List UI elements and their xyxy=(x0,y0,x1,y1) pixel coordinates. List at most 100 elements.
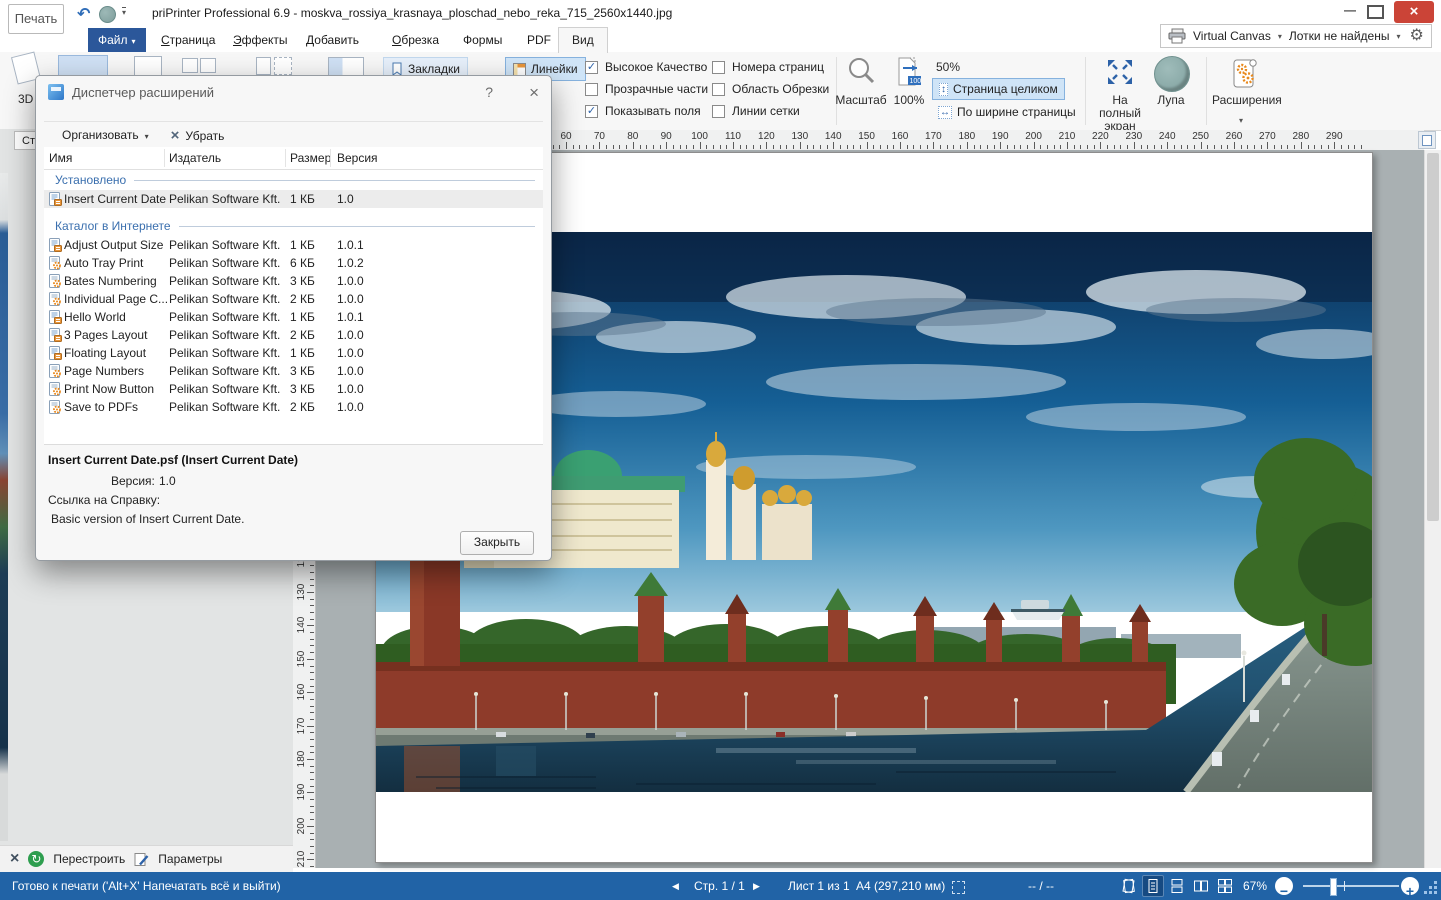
resize-grip[interactable] xyxy=(1424,891,1427,894)
vertical-scrollbar[interactable] xyxy=(1424,150,1441,868)
organize-button[interactable]: Организовать▾ xyxy=(62,128,149,142)
page-thumbnail-sliver[interactable] xyxy=(0,173,8,841)
extension-publisher: Pelikan Software Kft. xyxy=(169,380,280,398)
zoom-100-label[interactable]: 100% xyxy=(888,94,930,107)
zoom-icon[interactable] xyxy=(843,56,879,88)
page-width-label: По ширине страницы xyxy=(957,105,1076,119)
column-size[interactable]: Размер xyxy=(290,151,331,165)
chevron-down-icon[interactable]: ▾ xyxy=(1239,116,1243,125)
view-mode-grid-button[interactable] xyxy=(1214,875,1236,897)
extensions-label[interactable]: Расширения xyxy=(1212,94,1278,107)
tab-crop[interactable]: Обрезка xyxy=(386,28,445,52)
tab-page[interactable]: Страница xyxy=(155,28,221,52)
page-layout-icon[interactable] xyxy=(256,57,271,75)
ruler-number: 170 xyxy=(925,131,942,142)
gear-icon[interactable]: ⚙ xyxy=(1410,28,1424,44)
dialog-close-button[interactable]: Закрыть xyxy=(460,531,534,555)
extension-version: 1.0.1 xyxy=(337,308,364,326)
panel-close-icon[interactable]: × xyxy=(10,851,19,867)
extension-row[interactable]: Individual Page C...Pelikan Software Kft… xyxy=(44,290,543,308)
dialog-toolbar: Организовать▾ ×Убрать xyxy=(44,121,543,149)
extension-publisher: Pelikan Software Kft. xyxy=(169,272,280,290)
parameters-button[interactable]: Параметры xyxy=(158,852,222,866)
loupe-quick-icon[interactable] xyxy=(99,6,116,23)
scrollbar-thumb[interactable] xyxy=(1427,153,1439,521)
zoom-slider-track[interactable] xyxy=(1303,885,1399,887)
prev-page-button[interactable]: ◀ xyxy=(672,872,679,900)
page-layout-icon[interactable] xyxy=(200,58,216,73)
page-width-button[interactable]: ↔ По ширине страницы xyxy=(932,102,1082,122)
extensions-icon[interactable] xyxy=(1228,56,1260,92)
column-name[interactable]: Имя xyxy=(49,151,72,165)
undo-icon[interactable]: ↶ xyxy=(77,4,90,24)
fullscreen-label[interactable]: На полный экран xyxy=(1090,94,1150,133)
chevron-down-icon[interactable]: ▾ xyxy=(1396,32,1400,41)
tab-forms[interactable]: Формы xyxy=(457,28,508,52)
view-options-column-2: Номера страниц Область Обрезки Линии сетки xyxy=(712,60,829,126)
zoom-label[interactable]: Масштаб xyxy=(834,94,888,107)
extension-row[interactable]: Adjust Output SizePelikan Software Kft.1… xyxy=(44,236,543,254)
remove-button[interactable]: ×Убрать xyxy=(171,127,225,144)
view-mode-book-button[interactable] xyxy=(1118,875,1140,897)
extension-size: 2 КБ xyxy=(290,398,315,416)
rebuild-button[interactable]: Перестроить xyxy=(53,852,125,866)
dialog-close-icon[interactable]: × xyxy=(529,84,539,101)
extension-row[interactable]: 3 Pages LayoutPelikan Software Kft.2 КБ1… xyxy=(44,326,543,344)
quick-access-caret-icon[interactable]: ▾ xyxy=(122,7,126,18)
ruler-number: 90 xyxy=(661,131,672,142)
tab-pdf[interactable]: PDF xyxy=(521,28,557,52)
ruler-options-button[interactable] xyxy=(1418,131,1436,149)
ribbon-checkbox[interactable]: Область Обрезки xyxy=(712,82,829,96)
column-publisher[interactable]: Издатель xyxy=(169,151,221,165)
dialog-title-bar[interactable]: Диспетчер расширений ? × xyxy=(36,76,551,108)
loupe-button[interactable] xyxy=(1154,56,1190,92)
svg-text:100: 100 xyxy=(910,78,922,85)
extension-row[interactable]: Insert Current DatePelikan Software Kft.… xyxy=(44,190,543,208)
tab-view-active[interactable]: Вид xyxy=(558,27,608,53)
tab-effects[interactable]: Эффекты xyxy=(227,28,294,52)
view-mode-continuous-button[interactable] xyxy=(1166,875,1188,897)
column-version[interactable]: Версия xyxy=(337,151,378,165)
view-mode-facing-button[interactable] xyxy=(1190,875,1212,897)
ruler-tick xyxy=(766,142,767,149)
ribbon-checkbox[interactable]: Прозрачные части xyxy=(585,82,708,96)
close-button[interactable]: × xyxy=(1394,1,1434,23)
ribbon-checkbox[interactable]: Номера страниц xyxy=(712,60,829,74)
checkbox-label: Область Обрезки xyxy=(732,82,829,96)
view-mode-single-page-button[interactable] xyxy=(1142,875,1164,897)
minimize-button[interactable]: — xyxy=(1338,3,1362,21)
ruler-tick xyxy=(913,145,914,149)
ribbon-checkbox[interactable]: ✓Показывать поля xyxy=(585,104,708,118)
page-layout-icon[interactable] xyxy=(182,58,198,73)
tab-file[interactable]: Файл▾ xyxy=(88,28,146,52)
zoom-50-item[interactable]: 50% xyxy=(936,60,960,74)
parameters-icon xyxy=(134,852,149,867)
fullscreen-icon[interactable] xyxy=(1096,56,1144,88)
zoom-in-button[interactable]: + xyxy=(1401,877,1419,895)
extension-row[interactable]: Page NumbersPelikan Software Kft.3 КБ1.0… xyxy=(44,362,543,380)
dialog-help-button[interactable]: ? xyxy=(485,84,493,100)
print-button[interactable]: Печать xyxy=(8,4,64,34)
extension-row[interactable]: Bates NumberingPelikan Software Kft.3 КБ… xyxy=(44,272,543,290)
extension-row[interactable]: Auto Tray PrintPelikan Software Kft.6 КБ… xyxy=(44,254,543,272)
chevron-down-icon[interactable]: ▾ xyxy=(1278,32,1282,41)
whole-page-button[interactable]: ↕ Страница целиком xyxy=(932,78,1065,100)
extension-row[interactable]: Hello WorldPelikan Software Kft.1 КБ1.0.… xyxy=(44,308,543,326)
extension-row[interactable]: Save to PDFsPelikan Software Kft.2 КБ1.0… xyxy=(44,398,543,416)
extension-row[interactable]: Floating LayoutPelikan Software Kft.1 КБ… xyxy=(44,344,543,362)
zoom-slider-handle[interactable] xyxy=(1330,878,1337,896)
ruler-tick xyxy=(1114,145,1115,149)
loupe-label[interactable]: Лупа xyxy=(1151,94,1191,107)
ribbon-checkbox[interactable]: Линии сетки xyxy=(712,104,829,118)
zoom-out-button[interactable]: − xyxy=(1275,877,1293,895)
page-layout-icon[interactable] xyxy=(328,57,364,77)
page-layout-icon[interactable] xyxy=(274,57,292,75)
extension-row[interactable]: Print Now ButtonPelikan Software Kft.3 К… xyxy=(44,380,543,398)
printer-select[interactable]: Virtual Canvas xyxy=(1193,29,1271,43)
zoom-100-icon[interactable]: 100 xyxy=(892,56,926,88)
tray-select[interactable]: Лотки не найдены xyxy=(1289,29,1390,43)
next-page-button[interactable]: ▶ xyxy=(753,872,760,900)
maximize-button[interactable] xyxy=(1367,5,1384,19)
tab-add[interactable]: Добавить xyxy=(300,28,365,52)
ribbon-checkbox[interactable]: ✓Высокое Качество xyxy=(585,60,708,74)
